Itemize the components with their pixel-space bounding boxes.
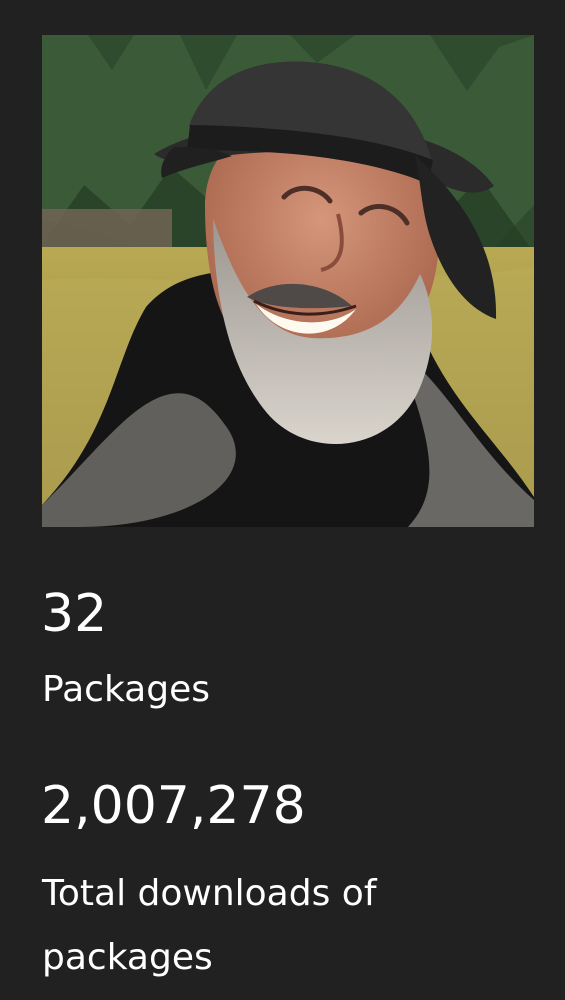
total-downloads-count: 2,007,278: [41, 776, 306, 836]
avatar-photo-illustration: [42, 35, 534, 527]
profile-stats-panel: 32 Packages 2,007,278 Total downloads of…: [0, 0, 565, 1000]
packages-label: Packages: [42, 669, 210, 710]
packages-count: 32: [41, 584, 108, 644]
profile-avatar: [42, 35, 534, 527]
total-downloads-label: Total downloads of packages: [42, 873, 377, 978]
